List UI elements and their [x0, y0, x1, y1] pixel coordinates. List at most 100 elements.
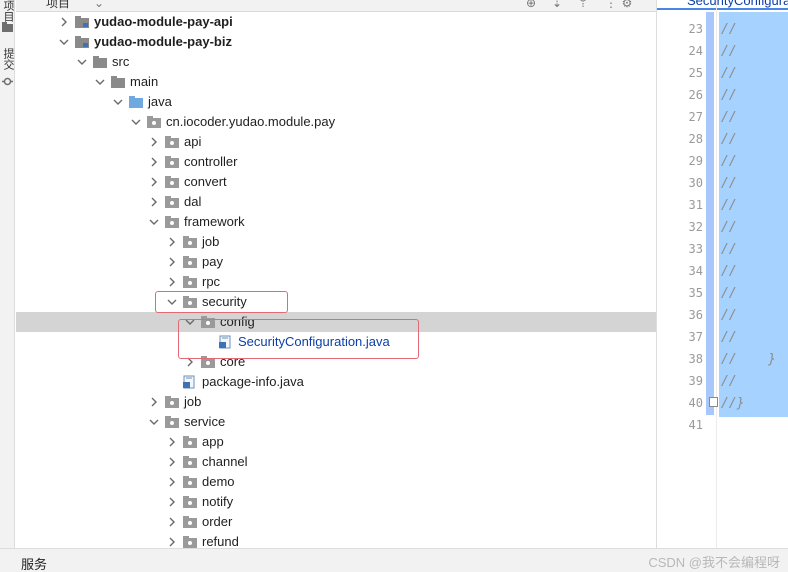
line-number: 25 [688, 66, 703, 80]
tree-folder-row[interactable]: job [16, 392, 656, 412]
chevron-right-icon[interactable] [166, 516, 178, 528]
chevron-right-icon[interactable] [148, 396, 160, 408]
chevron-right-icon[interactable] [148, 156, 160, 168]
code-line: // [721, 330, 737, 345]
tree-folder-row[interactable]: order [16, 512, 656, 532]
package-icon [182, 235, 198, 249]
line-number: 27 [688, 110, 703, 124]
chevron-right-icon[interactable] [58, 16, 70, 28]
chevron-right-icon[interactable] [148, 176, 160, 188]
chevron-right-icon[interactable] [148, 196, 160, 208]
code-line: // [721, 198, 737, 213]
chevron-down-icon[interactable] [148, 416, 160, 428]
tree-item-label: order [202, 514, 233, 529]
chevron-down-icon[interactable] [58, 36, 70, 48]
chevron-down-icon[interactable] [94, 76, 106, 88]
tree-folder-row[interactable]: yudao-module-pay-api [16, 12, 656, 32]
tree-folder-row[interactable]: app [16, 432, 656, 452]
line-number: 36 [688, 308, 703, 322]
gear-icon[interactable]: ⚙ [620, 0, 634, 10]
code-line: // [721, 308, 737, 323]
left-tool-stripe: 项目 提交 [0, 0, 15, 572]
tree-folder-row[interactable]: notify [16, 492, 656, 512]
line-number: 28 [688, 132, 703, 146]
editor-tab[interactable]: SecurityConfigura [657, 0, 788, 10]
code-line: //} [721, 396, 745, 411]
services-tool-button[interactable]: 服务 [21, 554, 47, 572]
chevron-down-icon[interactable] [130, 116, 142, 128]
tree-folder-row[interactable]: yudao-module-pay-biz [16, 32, 656, 52]
chevron-right-icon[interactable] [166, 456, 178, 468]
chevron-right-icon[interactable] [166, 476, 178, 488]
line-number: 32 [688, 220, 703, 234]
line-number: 23 [688, 22, 703, 36]
expand-all-icon[interactable]: ⇣ [550, 0, 564, 10]
tree-item-label: notify [202, 494, 234, 509]
locate-icon[interactable]: ⊕ [524, 0, 538, 10]
tree-folder-row[interactable]: demo [16, 472, 656, 492]
tree-folder-row[interactable]: job [16, 232, 656, 252]
chevron-down-icon[interactable] [112, 96, 124, 108]
tree-folder-row[interactable]: api [16, 132, 656, 152]
line-number: 39 [688, 374, 703, 388]
tree-folder-row[interactable]: service [16, 412, 656, 432]
package-icon [164, 415, 180, 429]
watermark: CSDN @我不会编程呀 [648, 555, 780, 570]
package-icon [182, 275, 198, 289]
chevron-right-icon[interactable] [166, 496, 178, 508]
source-folder-icon [128, 95, 144, 109]
commit-tool-button[interactable]: 提交 [0, 48, 15, 88]
tree-item-label: channel [202, 454, 248, 469]
package-icon [164, 395, 180, 409]
project-panel: 项目 ⌄ ⊕ ⇣ ⇡ ⋮ ⚙ yudao-module-pay-api yudao… [16, 0, 656, 548]
chevron-right-icon[interactable] [166, 256, 178, 268]
tree-item-label: app [202, 434, 224, 449]
tree-folder-row[interactable]: rpc [16, 272, 656, 292]
chevron-right-icon[interactable] [166, 536, 178, 548]
change-marker [706, 12, 714, 415]
tree-folder-row[interactable]: cn.iocoder.yudao.module.pay [16, 112, 656, 132]
tree-folder-row[interactable]: main [16, 72, 656, 92]
line-number: 41 [688, 418, 703, 432]
tree-folder-row[interactable]: java [16, 92, 656, 112]
fold-icon[interactable] [709, 397, 718, 407]
project-panel-title: 项目 [46, 0, 71, 10]
tree-folder-row[interactable]: dal [16, 192, 656, 212]
tree-item-label: java [148, 94, 172, 109]
project-tool-button[interactable]: 项目 [0, 0, 15, 40]
code-line: // [721, 264, 737, 279]
tree-folder-row[interactable]: controller [16, 152, 656, 172]
line-number: 29 [688, 154, 703, 168]
chevron-down-icon[interactable]: ⌄ [92, 0, 106, 10]
code-editor[interactable]: SecurityConfigura 23 // 24 // 25 // 26 // 27 // 28… [656, 0, 788, 548]
tree-folder-row[interactable]: channel [16, 452, 656, 472]
chevron-right-icon[interactable] [166, 276, 178, 288]
line-number: 24 [688, 44, 703, 58]
tree-folder-row[interactable]: security [16, 292, 656, 312]
tree-item-label: framework [184, 214, 245, 229]
folder-icon [92, 55, 108, 69]
line-number: 34 [688, 264, 703, 278]
collapse-all-icon[interactable]: ⇡ [576, 0, 590, 10]
code-line: // [721, 44, 737, 59]
code-line: // [721, 286, 737, 301]
chevron-right-icon[interactable] [166, 236, 178, 248]
chevron-right-icon[interactable] [148, 136, 160, 148]
tree-file-row[interactable]: package-info.java [16, 372, 656, 392]
more-icon[interactable]: ⋮ [604, 0, 618, 10]
tree-folder-row[interactable]: src [16, 52, 656, 72]
chevron-down-icon[interactable] [76, 56, 88, 68]
tree-item-label: api [184, 134, 202, 149]
chevron-right-icon[interactable] [166, 436, 178, 448]
line-number: 38 [688, 352, 703, 366]
tree-item-label: main [130, 74, 159, 89]
code-line: // [721, 110, 737, 125]
tree-folder-row[interactable]: convert [16, 172, 656, 192]
chevron-down-icon[interactable] [148, 216, 160, 228]
package-icon [146, 115, 162, 129]
tree-folder-row[interactable]: framework [16, 212, 656, 232]
tree-item-label: pay [202, 254, 223, 269]
tree-folder-row[interactable]: pay [16, 252, 656, 272]
module-folder-icon [74, 35, 90, 49]
tree-folder-row[interactable]: refund [16, 532, 656, 548]
